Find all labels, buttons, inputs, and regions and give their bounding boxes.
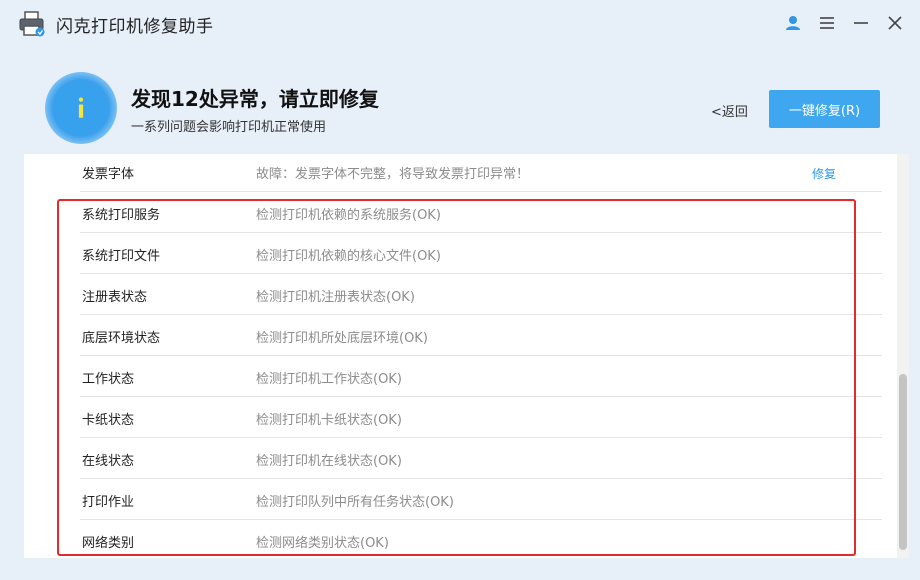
item-name: 在线状态 (82, 454, 135, 469)
printer-icon (18, 10, 46, 38)
page-title: 发现12处异常，请立即修复 (131, 87, 379, 111)
info-icon (45, 72, 117, 144)
item-status: 检测打印机在线状态(OK) (256, 454, 402, 469)
list-item: 在线状态 检测打印机在线状态(OK) (80, 438, 882, 479)
item-status: 检测打印队列中所有任务状态(OK) (256, 495, 454, 510)
item-name: 打印作业 (82, 495, 135, 510)
page-subtitle: 一系列问题会影响打印机正常使用 (131, 120, 327, 135)
repair-all-button[interactable]: 一键修复(R) (769, 90, 880, 128)
app-title: 闪克打印机修复助手 (56, 17, 214, 37)
item-status: 检测打印机依赖的核心文件(OK) (256, 249, 441, 264)
item-status: 检测打印机所处底层环境(OK) (256, 331, 428, 346)
list-item: 发票字体 故障：发票字体不完整，将导致发票打印异常！ 修复 (80, 154, 882, 192)
list-item: 注册表状态 检测打印机注册表状态(OK) (80, 274, 882, 315)
list-item: 系统打印文件 检测打印机依赖的核心文件(OK) (80, 233, 882, 274)
list-item: 卡纸状态 检测打印机卡纸状态(OK) (80, 397, 882, 438)
item-name: 系统打印服务 (82, 208, 161, 223)
item-name: 网络类别 (82, 536, 135, 551)
list-item: 工作状态 检测打印机工作状态(OK) (80, 356, 882, 397)
item-name: 底层环境状态 (82, 331, 161, 346)
list-item: 打印作业 检测打印队列中所有任务状态(OK) (80, 479, 882, 520)
item-status: 检测打印机卡纸状态(OK) (256, 413, 402, 428)
item-name: 卡纸状态 (82, 413, 135, 428)
list-item: 底层环境状态 检测打印机所处底层环境(OK) (80, 315, 882, 356)
close-icon[interactable] (884, 12, 906, 34)
item-name: 发票字体 (82, 167, 135, 182)
item-status: 检测打印机依赖的系统服务(OK) (256, 208, 441, 223)
minimize-icon[interactable] (850, 12, 872, 34)
menu-icon[interactable] (816, 12, 838, 34)
title-bar: 闪克打印机修复助手 (0, 0, 920, 48)
item-name: 系统打印文件 (82, 249, 161, 264)
alert-header: 发现12处异常，请立即修复 一系列问题会影响打印机正常使用 <返回 一键修复(R… (0, 62, 920, 152)
item-status: 检测打印机工作状态(OK) (256, 372, 402, 387)
back-link[interactable]: <返回 (711, 101, 748, 120)
fix-link[interactable]: 修复 (812, 165, 836, 182)
list-item: 系统打印服务 检测打印机依赖的系统服务(OK) (80, 192, 882, 233)
item-status: 故障：发票字体不完整，将导致发票打印异常！ (256, 167, 530, 182)
check-list-panel: 发票字体 故障：发票字体不完整，将导致发票打印异常！ 修复 系统打印服务 检测打印机依赖… (24, 154, 897, 558)
user-icon[interactable] (782, 12, 804, 34)
item-status: 检测网络类别状态(OK) (256, 536, 389, 551)
scrollbar[interactable] (897, 154, 909, 558)
item-name: 工作状态 (82, 372, 135, 387)
item-status: 检测打印机注册表状态(OK) (256, 290, 415, 305)
scrollbar-thumb[interactable] (899, 374, 907, 550)
item-name: 注册表状态 (82, 290, 148, 305)
check-list: 发票字体 故障：发票字体不完整，将导致发票打印异常！ 修复 系统打印服务 检测打印机依赖… (80, 154, 882, 558)
list-item: 网络类别 检测网络类别状态(OK) (80, 520, 882, 558)
